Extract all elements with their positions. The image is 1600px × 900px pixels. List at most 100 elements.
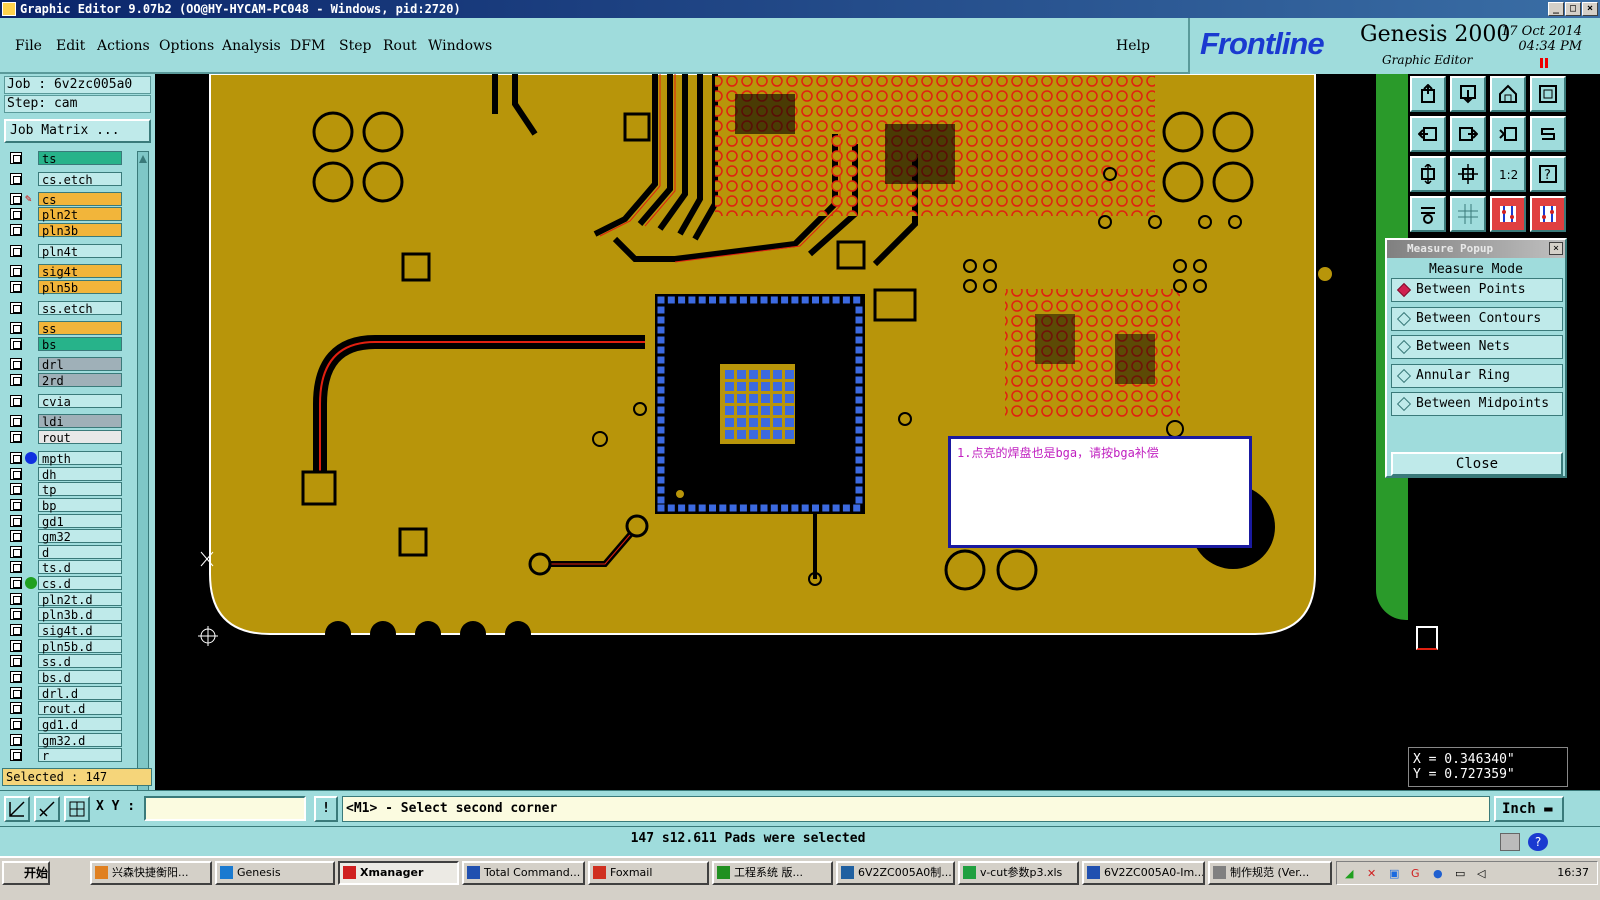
pan-up-icon[interactable] (1410, 76, 1446, 112)
menu-edit[interactable]: Edit (56, 38, 85, 54)
layer-row[interactable]: tp (4, 482, 122, 497)
scale-1-2-icon[interactable]: 1:2 (1490, 156, 1526, 192)
help-circle-icon[interactable]: ? (1528, 833, 1548, 851)
taskbar-item[interactable]: 工程系统 版... (712, 861, 833, 885)
layer-name[interactable]: bs (38, 337, 122, 352)
layer-name[interactable]: cvia (38, 394, 122, 409)
help-icon[interactable]: ? (1530, 156, 1566, 192)
layer-checkbox[interactable] (10, 415, 22, 427)
pan-left-icon[interactable] (1410, 116, 1446, 152)
layer-row[interactable]: gm32 (4, 529, 122, 544)
layer-name[interactable]: pln2t (38, 207, 122, 222)
layer-checkbox[interactable] (10, 515, 22, 527)
layer-checkbox[interactable] (10, 358, 22, 370)
measure-icon[interactable] (34, 796, 60, 822)
menu-step[interactable]: Step (339, 38, 371, 54)
close-window-button[interactable]: × (1582, 2, 1598, 16)
layer-checkbox[interactable] (10, 561, 22, 573)
maximize-button[interactable]: □ (1565, 2, 1581, 16)
layer-name[interactable]: ts (38, 151, 122, 166)
scroll-up-icon[interactable] (139, 154, 147, 163)
layer-name[interactable]: sig4t.d (38, 623, 122, 638)
layer-name[interactable]: drl (38, 357, 122, 372)
layer-checkbox[interactable] (10, 546, 22, 558)
layer-name[interactable]: gd1.d (38, 717, 122, 732)
layer-row[interactable]: gd1 (4, 514, 122, 529)
tray-g-icon[interactable]: G (1411, 867, 1420, 880)
note-popup[interactable]: 1.点亮的焊盘也是bga，请按bga补偿 (948, 436, 1252, 548)
tray-monitor-icon[interactable]: ▭ (1455, 867, 1465, 880)
layer-row[interactable]: ✎ cs (4, 192, 122, 207)
taskbar-item[interactable]: Total Command... (462, 861, 585, 885)
layer-row[interactable]: bs (4, 337, 122, 352)
layer-checkbox[interactable] (10, 718, 22, 730)
layer-row[interactable]: bp (4, 498, 122, 513)
layer-row[interactable]: cvia (4, 394, 122, 409)
tray-app-icon[interactable]: ◢ (1345, 867, 1353, 880)
printer-icon[interactable] (1500, 833, 1520, 851)
layer-name[interactable]: pln4t (38, 244, 122, 259)
layer-checkbox[interactable] (10, 173, 22, 185)
layer-name[interactable]: ts.d (38, 560, 122, 575)
menu-windows[interactable]: Windows (428, 38, 492, 54)
layer-checkbox[interactable] (10, 687, 22, 699)
taskbar-item[interactable]: Foxmail (588, 861, 709, 885)
layer-name[interactable]: ss (38, 321, 122, 336)
zoom-center-icon[interactable] (1450, 156, 1486, 192)
taskbar-item[interactable]: Genesis (215, 861, 335, 885)
tray-volume-icon[interactable]: ◁ (1477, 867, 1485, 880)
measure-close-icon[interactable]: × (1549, 242, 1563, 255)
layer-row[interactable]: cs.d (4, 576, 122, 591)
layer-name[interactable]: dh (38, 467, 122, 482)
layer-row[interactable]: ldi (4, 414, 122, 429)
layer-name[interactable]: 2rd (38, 373, 122, 388)
tools-icon[interactable] (1410, 196, 1446, 232)
layer-row[interactable]: dh (4, 467, 122, 482)
menu-actions[interactable]: Actions (97, 38, 150, 54)
layer-name[interactable]: pln5b.d (38, 639, 122, 654)
layer-name[interactable]: gd1 (38, 514, 122, 529)
layer-name[interactable]: ss.d (38, 654, 122, 669)
layer-row[interactable]: drl.d (4, 686, 122, 701)
grid-snap-icon[interactable] (64, 796, 90, 822)
redraw-icon[interactable] (1530, 116, 1566, 152)
pan-right-icon[interactable] (1450, 116, 1486, 152)
layer-row[interactable]: ss (4, 321, 122, 336)
start-button[interactable]: 开始 (2, 861, 50, 885)
layer-name[interactable]: cs (38, 192, 122, 207)
layer-checkbox[interactable] (10, 208, 22, 220)
measure-option[interactable]: Between Midpoints (1391, 392, 1563, 416)
layer-row[interactable]: rout.d (4, 701, 122, 716)
layer-name[interactable]: ss.etch (38, 301, 122, 316)
tray-network-icon[interactable]: ▣ (1389, 867, 1399, 880)
layer-row[interactable]: rout (4, 430, 122, 445)
layer-row[interactable]: sig4t (4, 264, 122, 279)
layer-name[interactable]: rout (38, 430, 122, 445)
layer-row[interactable]: mpth (4, 451, 122, 466)
layer-checkbox[interactable] (10, 608, 22, 620)
layer-row[interactable]: pln2t.d (4, 592, 122, 607)
layer-checkbox[interactable] (10, 624, 22, 636)
net-compare-icon[interactable] (1530, 196, 1566, 232)
layer-row[interactable]: pln4t (4, 244, 122, 259)
layer-name[interactable]: r (38, 748, 122, 763)
layer-row[interactable]: cs.etch (4, 172, 122, 187)
layer-name[interactable]: drl.d (38, 686, 122, 701)
layer-checkbox[interactable] (10, 452, 22, 464)
unit-selector[interactable]: Inch ▬ (1494, 796, 1564, 822)
layer-name[interactable]: gm32.d (38, 733, 122, 748)
menu-dfm[interactable]: DFM (290, 38, 325, 54)
layer-row[interactable]: pln5b.d (4, 639, 122, 654)
measure-option[interactable]: Annular Ring (1391, 363, 1563, 388)
menu-file[interactable]: File (15, 38, 42, 54)
layer-row[interactable]: pln3b.d (4, 607, 122, 622)
layer-name[interactable]: cs.etch (38, 172, 122, 187)
layer-name[interactable]: tp (38, 482, 122, 497)
home-icon[interactable] (1490, 76, 1526, 112)
layer-row[interactable]: ss.etch (4, 301, 122, 316)
layer-row[interactable]: sig4t.d (4, 623, 122, 638)
layer-checkbox[interactable] (10, 338, 22, 350)
layer-checkbox[interactable] (10, 577, 22, 589)
layer-name[interactable]: bp (38, 498, 122, 513)
layer-name[interactable]: d (38, 545, 122, 560)
